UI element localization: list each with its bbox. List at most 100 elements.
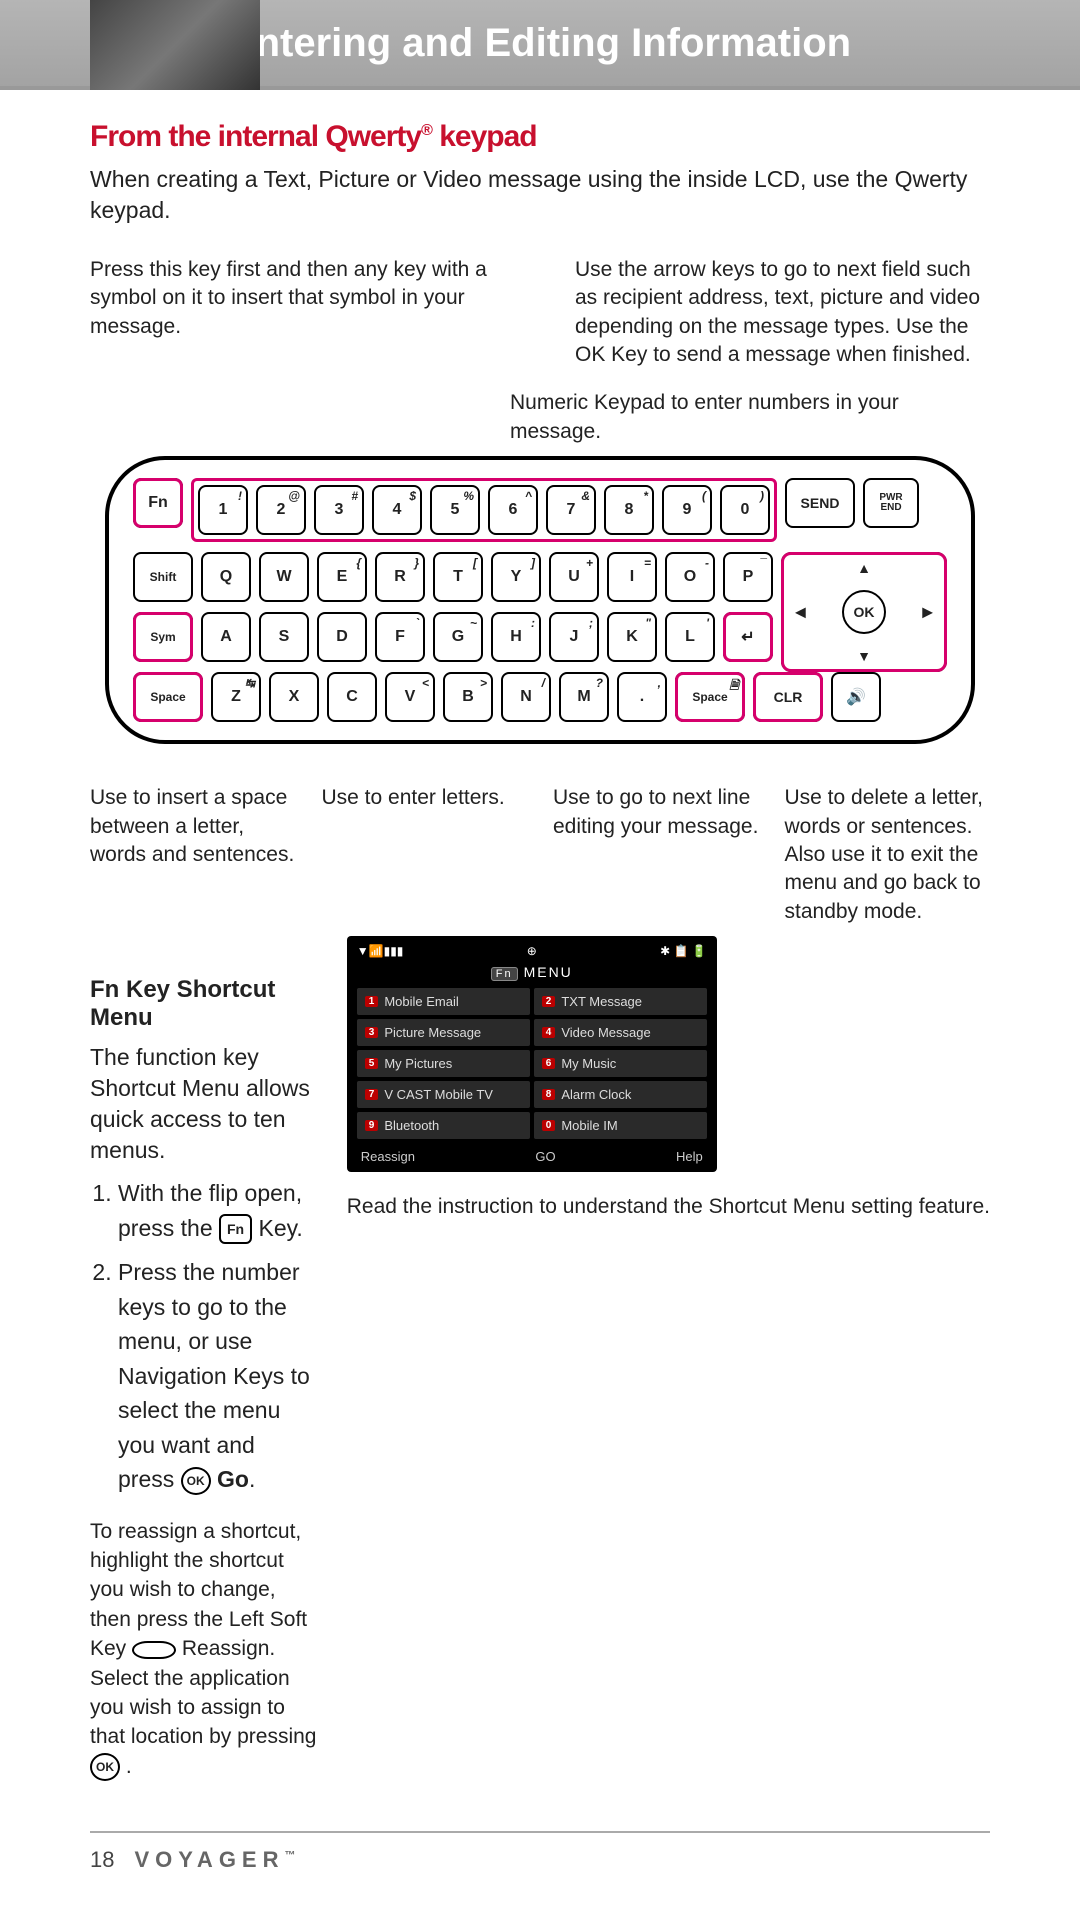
- left-softkey-icon: [132, 1641, 176, 1659]
- key-3: 3#: [314, 485, 364, 535]
- key-y: Y]: [491, 552, 541, 602]
- key-5: 5%: [430, 485, 480, 535]
- callout-clr: Use to delete a letter, words or sentenc…: [785, 784, 991, 926]
- menu-grid: 1Mobile Email2TXT Message3Picture Messag…: [353, 984, 711, 1143]
- arrow-left-icon: ◀: [795, 604, 806, 621]
- softkey-help: Help: [676, 1149, 703, 1164]
- key-space-right: Space🗎: [675, 672, 745, 722]
- key-period: .,: [617, 672, 667, 722]
- qwerty-keypad-diagram: Fn 1! 2@ 3# 4$ 5% 6^ 7& 8* 9( 0) SEND PW…: [105, 456, 975, 744]
- callout-enter: Use to go to next line editing your mess…: [553, 784, 759, 926]
- key-sym: Sym: [133, 612, 193, 662]
- page-number: 18: [90, 1847, 114, 1873]
- key-enter: ↵: [723, 612, 773, 662]
- menu-item: 5My Pictures: [357, 1050, 530, 1077]
- key-j: J;: [549, 612, 599, 662]
- key-s: S: [259, 612, 309, 662]
- key-m: M?: [559, 672, 609, 722]
- section-heading: From the internal Qwerty® keypad: [90, 120, 990, 154]
- arrow-down-icon: ▼: [857, 648, 871, 664]
- key-p: P¯: [723, 552, 773, 602]
- inline-ok-icon-2: OK: [90, 1753, 120, 1781]
- menu-item: 9Bluetooth: [357, 1112, 530, 1139]
- footer-rule: [90, 1831, 990, 1833]
- key-7: 7&: [546, 485, 596, 535]
- key-space-left: Space: [133, 672, 203, 722]
- inline-fn-key-icon: Fn: [219, 1214, 252, 1244]
- ok-key: OK: [842, 590, 886, 634]
- section-heading-reg: ®: [421, 122, 432, 139]
- key-t: T[: [433, 552, 483, 602]
- key-clr: CLR: [753, 672, 823, 722]
- callout-arrows: Use the arrow keys to go to next field s…: [575, 256, 990, 369]
- key-r: R}: [375, 552, 425, 602]
- key-c: C: [327, 672, 377, 722]
- key-h: H:: [491, 612, 541, 662]
- key-x: X: [269, 672, 319, 722]
- menu-item: 3Picture Message: [357, 1019, 530, 1046]
- key-n: N/: [501, 672, 551, 722]
- key-8: 8*: [604, 485, 654, 535]
- key-speaker: 🔊: [831, 672, 881, 722]
- banner-image: [90, 0, 260, 90]
- key-d: D: [317, 612, 367, 662]
- key-4: 4$: [372, 485, 422, 535]
- fn-shortcut-title: Fn Key Shortcut Menu: [90, 976, 317, 1032]
- key-a: A: [201, 612, 251, 662]
- fn-shortcut-desc: The function key Shortcut Menu allows qu…: [90, 1042, 317, 1166]
- callout-numeric: Numeric Keypad to enter numbers in your …: [510, 389, 990, 446]
- read-instruction-note: Read the instruction to understand the S…: [347, 1192, 990, 1221]
- key-q: Q: [201, 552, 251, 602]
- section-heading-tail: keypad: [432, 120, 537, 153]
- key-send: SEND: [785, 478, 855, 528]
- menu-item: 6My Music: [534, 1050, 707, 1077]
- key-pwr-end: PWREND: [863, 478, 919, 528]
- key-v: V<: [385, 672, 435, 722]
- step-2: Press the number keys to go to the menu,…: [118, 1255, 317, 1497]
- key-u: U+: [549, 552, 599, 602]
- intro-text: When creating a Text, Picture or Video m…: [90, 164, 990, 226]
- key-o: O-: [665, 552, 715, 602]
- page-banner: Entering and Editing Information: [0, 0, 1080, 90]
- numeric-highlight-box: 1! 2@ 3# 4$ 5% 6^ 7& 8* 9( 0): [191, 478, 777, 542]
- key-9: 9(: [662, 485, 712, 535]
- key-shift: Shift: [133, 552, 193, 602]
- callout-fn: Press this key first and then any key wi…: [90, 256, 505, 369]
- status-mid-icon: ⊕: [527, 944, 537, 958]
- softkey-reassign: Reassign: [361, 1149, 415, 1164]
- key-fn: Fn: [133, 478, 183, 528]
- softkey-go: GO: [535, 1149, 555, 1164]
- key-l: L': [665, 612, 715, 662]
- key-w: W: [259, 552, 309, 602]
- reassign-footnote: To reassign a shortcut, highlight the sh…: [90, 1517, 317, 1782]
- menu-item: 7V CAST Mobile TV: [357, 1081, 530, 1108]
- fn-shortcut-steps: With the flip open, press the Fn Key. Pr…: [90, 1176, 317, 1497]
- key-e: E{: [317, 552, 367, 602]
- banner-title: Entering and Editing Information: [229, 21, 851, 66]
- key-k: K": [607, 612, 657, 662]
- status-bar: ▼📶▮▮▮ ⊕ ✱ 📋 🔋: [353, 942, 711, 960]
- menu-header-fn-icon: Fn: [491, 967, 518, 981]
- inline-ok-icon: OK: [181, 1467, 211, 1495]
- callout-letters: Use to enter letters.: [322, 784, 528, 926]
- dpad: ▲ ▼ ◀ ▶ OK: [781, 552, 947, 672]
- menu-item: 8Alarm Clock: [534, 1081, 707, 1108]
- key-g: G~: [433, 612, 483, 662]
- menu-item: 0Mobile IM: [534, 1112, 707, 1139]
- key-z: Z↹: [211, 672, 261, 722]
- key-1: 1!: [198, 485, 248, 535]
- page-footer: 18 VOYAGER™: [90, 1847, 990, 1873]
- key-2: 2@: [256, 485, 306, 535]
- menu-item: 1Mobile Email: [357, 988, 530, 1015]
- callout-space: Use to insert a space between a letter, …: [90, 784, 296, 926]
- step-1: With the flip open, press the Fn Key.: [118, 1176, 317, 1245]
- key-0: 0): [720, 485, 770, 535]
- menu-header: FnMENU: [353, 960, 711, 984]
- key-b: B>: [443, 672, 493, 722]
- arrow-up-icon: ▲: [857, 560, 871, 576]
- menu-item: 2TXT Message: [534, 988, 707, 1015]
- status-right-icons: ✱ 📋 🔋: [660, 944, 707, 958]
- brand-logo: VOYAGER™: [134, 1847, 295, 1873]
- section-heading-main: From the internal Qwerty: [90, 120, 421, 153]
- key-6: 6^: [488, 485, 538, 535]
